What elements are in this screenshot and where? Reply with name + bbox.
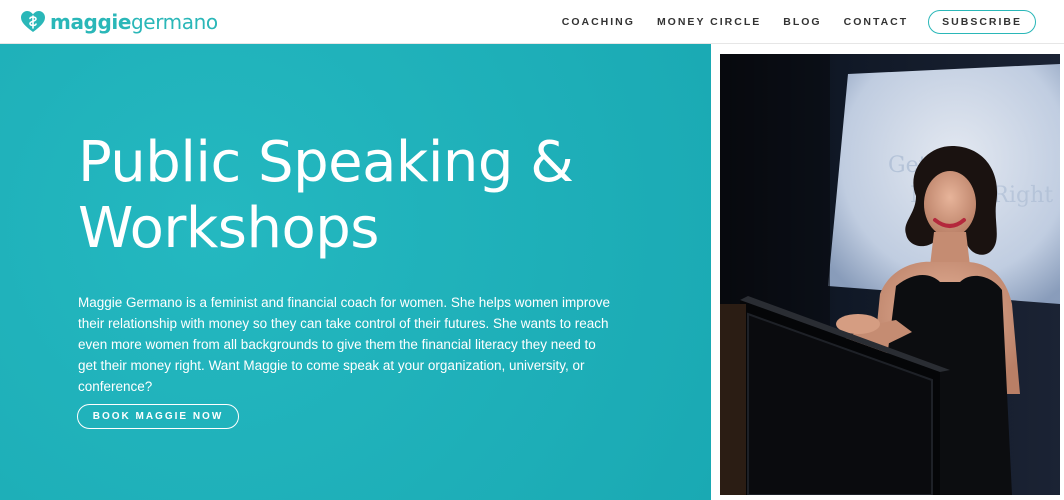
main-nav: COACHING MONEY CIRCLE BLOG CONTACT SUBSC… xyxy=(540,10,1036,34)
site-logo[interactable]: maggiegermano xyxy=(20,9,218,35)
nav-money-circle[interactable]: MONEY CIRCLE xyxy=(657,16,761,28)
logo-first-name: maggie xyxy=(50,10,131,34)
speaker-photo: Get Your Money Right xyxy=(720,54,1060,495)
book-maggie-button[interactable]: BOOK MAGGIE NOW xyxy=(77,404,239,429)
site-header: maggiegermano COACHING MONEY CIRCLE BLOG… xyxy=(0,0,1064,44)
nav-coaching[interactable]: COACHING xyxy=(562,16,635,28)
title-line-1: Public Speaking & xyxy=(78,130,574,195)
page-title: Public Speaking & Workshops xyxy=(78,130,678,262)
subscribe-button[interactable]: SUBSCRIBE xyxy=(928,10,1036,34)
speaker-photo-illustration: Get Your Money Right xyxy=(720,54,1060,495)
logo-last-name: germano xyxy=(131,10,218,34)
heart-logo-icon xyxy=(21,11,45,32)
logo-wordmark: maggiegermano xyxy=(50,10,218,34)
title-line-2: Workshops xyxy=(78,196,379,261)
nav-contact[interactable]: CONTACT xyxy=(844,16,909,28)
nav-blog[interactable]: BLOG xyxy=(783,16,821,28)
hero-description: Maggie Germano is a feminist and financi… xyxy=(78,295,611,394)
hero-section: Public Speaking & Workshops Maggie Germa… xyxy=(0,44,711,500)
